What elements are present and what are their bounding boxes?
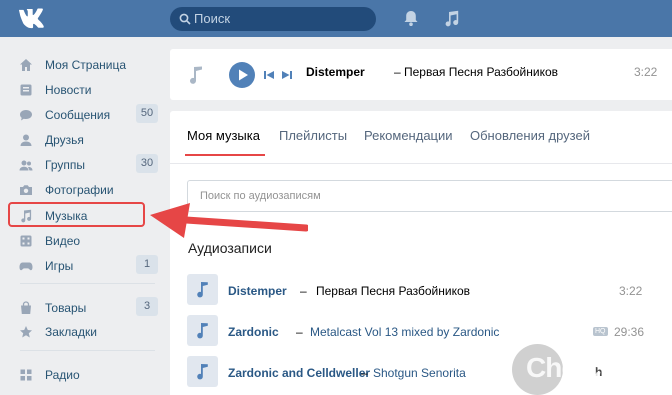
- track-dash: –: [361, 366, 368, 380]
- sidebar-item-goods[interactable]: Товары 3: [14, 297, 158, 319]
- music-note-icon: [197, 364, 208, 380]
- pointer-arrow-icon: [150, 203, 308, 238]
- sidebar-item-bookmarks[interactable]: Закладки: [14, 321, 158, 343]
- track-duration: 29:36: [614, 325, 645, 339]
- sidebar-item-label: Игры: [45, 259, 74, 273]
- track-title: Первая Песня Разбойников: [316, 284, 471, 298]
- search-placeholder: Поиск: [194, 11, 231, 26]
- sidebar-item-messages[interactable]: Сообщения 50: [14, 104, 158, 126]
- tab-playlists[interactable]: Плейлисты: [279, 128, 347, 143]
- groups-icon: [19, 160, 33, 171]
- active-tab-indicator: [185, 154, 265, 156]
- track-artist[interactable]: Zardonic and Celldweller: [228, 366, 370, 380]
- search-icon: [179, 13, 191, 25]
- counter-badge: 50: [136, 104, 158, 123]
- music-icon[interactable]: [443, 9, 461, 27]
- sidebar-item-friends[interactable]: Друзья: [14, 129, 158, 151]
- track-cover[interactable]: [187, 274, 218, 305]
- friends-icon: [20, 134, 32, 146]
- sidebar-item-news[interactable]: Новости: [14, 79, 158, 101]
- tabs-divider: [170, 163, 672, 164]
- play-icon: [239, 69, 248, 81]
- track-row[interactable]: Distemper – Первая Песня Разбойников 3:2…: [187, 274, 672, 310]
- sidebar-item-label: Друзья: [45, 133, 84, 147]
- news-icon: [20, 84, 32, 96]
- top-bar: Поиск: [0, 0, 672, 37]
- sidebar-item-my-page[interactable]: Моя Страница: [14, 54, 158, 76]
- music-highlight-frame: [8, 202, 145, 227]
- previous-track-button[interactable]: [263, 69, 275, 81]
- track-title[interactable]: Metalcast Vol 13 mixed by Zardonic: [310, 325, 499, 339]
- section-title: Аудиозаписи: [188, 240, 272, 256]
- sidebar-item-video[interactable]: Видео: [14, 230, 158, 252]
- camera-icon: [20, 185, 32, 195]
- sidebar-item-label: Товары: [45, 301, 87, 315]
- sidebar-item-label: Закладки: [45, 325, 97, 339]
- counter-badge: 30: [136, 154, 158, 173]
- home-icon: [20, 59, 32, 71]
- sidebar-item-label: Моя Страница: [45, 58, 127, 72]
- video-icon: [20, 235, 32, 247]
- player-title: – Первая Песня Разбойников: [394, 65, 559, 79]
- sidebar-item-radio[interactable]: Радио: [14, 364, 158, 386]
- music-note-icon: [197, 323, 208, 339]
- radio-icon: [20, 369, 32, 381]
- sidebar-item-label: Группы: [45, 158, 85, 172]
- counter-badge: 1: [136, 255, 158, 274]
- sidebar-item-label: Сообщения: [45, 108, 111, 122]
- track-cover[interactable]: [187, 315, 218, 346]
- track-artist[interactable]: Zardonic: [228, 325, 279, 339]
- tab-recommendations[interactable]: Рекомендации: [364, 128, 453, 143]
- music-note-icon: [190, 66, 202, 84]
- sidebar-item-label: Фотографии: [45, 183, 114, 197]
- watermark-text: Cho-cho.ru: [526, 352, 666, 383]
- track-title[interactable]: Shotgun Senorita: [373, 366, 466, 380]
- player-artist[interactable]: Distemper: [306, 65, 365, 79]
- track-cover[interactable]: [187, 356, 218, 387]
- player-duration: 3:22: [634, 65, 658, 79]
- sidebar-item-games[interactable]: Игры 1: [14, 255, 158, 277]
- sidebar-item-label: Радио: [45, 368, 80, 382]
- track-dash: –: [300, 284, 307, 298]
- sidebar-item-groups[interactable]: Группы 30: [14, 154, 158, 176]
- audio-player: Distemper – Первая Песня Разбойников 3:2…: [170, 49, 672, 100]
- messages-icon: [20, 110, 32, 121]
- bell-icon[interactable]: [402, 9, 420, 27]
- track-dash: –: [296, 325, 303, 339]
- hq-badge: HQ: [593, 327, 608, 336]
- search-input[interactable]: Поиск: [170, 7, 376, 31]
- vk-logo[interactable]: [16, 6, 50, 30]
- track-duration: 3:22: [619, 284, 643, 298]
- music-note-icon: [197, 282, 208, 298]
- sidebar-divider: [20, 350, 155, 351]
- counter-badge: 3: [136, 297, 158, 316]
- tab-friends-updates[interactable]: Обновления друзей: [470, 128, 590, 143]
- tab-my-music[interactable]: Моя музыка: [187, 128, 260, 143]
- sidebar-item-label: Видео: [45, 234, 81, 248]
- games-icon: [19, 262, 33, 271]
- play-button[interactable]: [229, 62, 255, 88]
- sidebar-item-label: Новости: [45, 83, 92, 97]
- next-track-button[interactable]: [281, 69, 293, 81]
- shopping-bag-icon: [21, 301, 31, 314]
- star-icon: [20, 326, 32, 338]
- track-artist[interactable]: Distemper: [228, 284, 287, 298]
- sidebar-item-photos[interactable]: Фотографии: [14, 179, 158, 201]
- watermark-logo: Cho-cho.ru: [512, 344, 672, 395]
- sidebar-divider: [20, 283, 155, 284]
